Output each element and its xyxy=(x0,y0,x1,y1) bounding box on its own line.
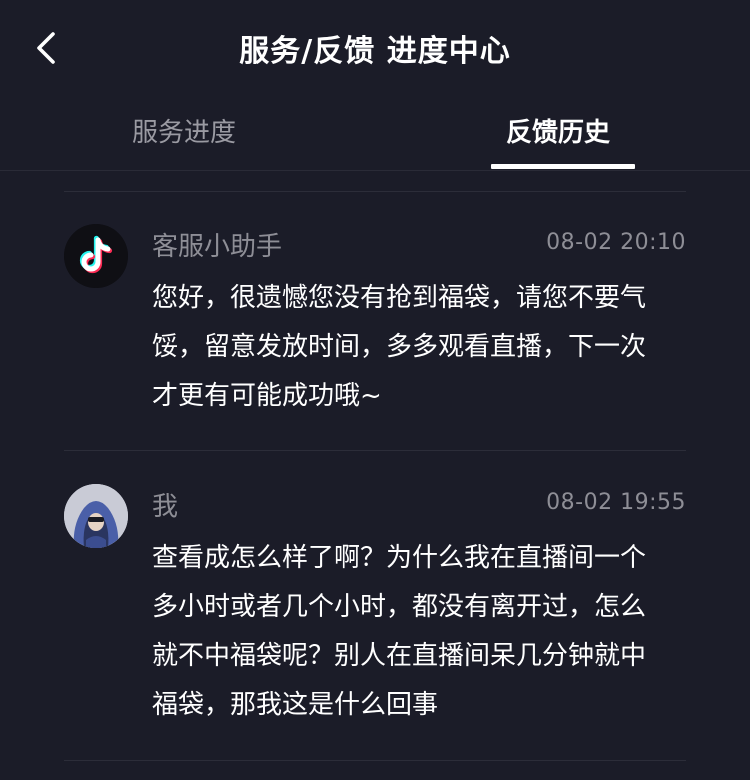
feedback-message-user: 我 08-02 19:55 查看成怎么样了啊？为什么我在直播间一个多小时或者几个… xyxy=(64,484,686,744)
message-text: 您好，很遗憾您没有抢到福袋，请您不要气馁，留意发放时间，多多观看直播，下一次才更… xyxy=(152,283,647,411)
message-text: 查看成怎么样了啊？为什么我在直播间一个多小时或者几个小时，都没有离开过，怎么就不… xyxy=(152,543,647,720)
header-bar: 服务/反馈 进度中心 xyxy=(0,0,750,100)
active-tab-indicator xyxy=(491,164,635,169)
list-divider xyxy=(64,191,686,192)
sender-name: 我 xyxy=(152,492,179,522)
sender-name: 客服小助手 xyxy=(152,232,283,262)
user-avatar-hooded-icon xyxy=(64,484,128,548)
tab-service-progress[interactable]: 服务进度 xyxy=(132,112,236,149)
tab-bar: 服务进度 反馈历史 xyxy=(0,100,750,171)
page-title: 服务/反馈 进度中心 xyxy=(239,34,511,69)
user-avatar xyxy=(64,484,128,548)
message-timestamp: 08-02 20:10 xyxy=(546,230,686,255)
tiktok-logo-icon xyxy=(64,224,128,288)
list-divider xyxy=(64,450,686,451)
tab-feedback-history[interactable]: 反馈历史 xyxy=(506,112,610,149)
feedback-message-assistant: 客服小助手 08-02 20:10 您好，很遗憾您没有抢到福袋，请您不要气馁，留… xyxy=(64,224,686,424)
message-timestamp: 08-02 19:55 xyxy=(546,490,686,515)
list-divider xyxy=(64,760,686,761)
assistant-avatar xyxy=(64,224,128,288)
